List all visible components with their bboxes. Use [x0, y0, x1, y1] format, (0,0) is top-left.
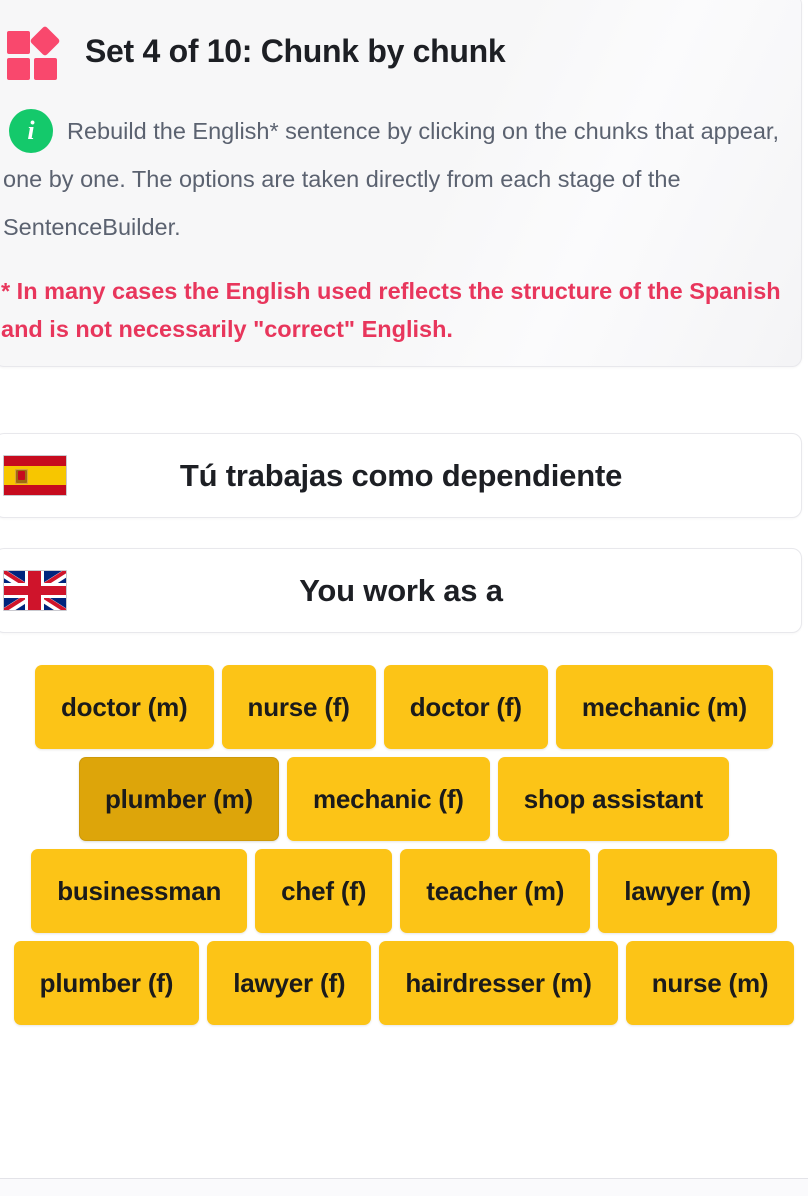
source-sentence-text: Tú trabajas como dependiente	[179, 457, 623, 493]
chunk-option[interactable]: lawyer (m)	[598, 849, 777, 933]
chunk-option[interactable]: plumber (m)	[78, 757, 279, 841]
chunk-option[interactable]: hairdresser (m)	[379, 941, 618, 1025]
instructions-card: Set 4 of 10: Chunk by chunk i Rebuild th…	[0, 0, 802, 367]
chunk-option[interactable]: chef (f)	[255, 849, 393, 933]
info-icon: i	[9, 109, 53, 153]
instructions-text: Rebuild the English* sentence by clickin…	[3, 118, 779, 240]
header: Set 4 of 10: Chunk by chunk	[5, 25, 506, 80]
uk-flag-icon	[3, 570, 67, 611]
chunk-option[interactable]: doctor (f)	[383, 665, 548, 749]
footer-strip	[0, 1179, 808, 1196]
chunk-option[interactable]: businessman	[31, 849, 248, 933]
disclaimer-text: * In many cases the English used reflect…	[1, 278, 781, 342]
source-sentence-card: Tú trabajas como dependiente	[0, 433, 802, 518]
chunk-option[interactable]: shop assistant	[497, 757, 730, 841]
exercise-screen: Set 4 of 10: Chunk by chunk i Rebuild th…	[0, 0, 808, 1196]
four-blocks-icon	[5, 25, 63, 80]
page-title: Set 4 of 10: Chunk by chunk	[85, 32, 506, 69]
chunk-options-list: doctor (m) nurse (f) doctor (f) mechanic (m…	[0, 665, 808, 1025]
chunk-option[interactable]: nurse (m)	[625, 941, 795, 1025]
target-sentence-card: You work as a	[0, 548, 802, 633]
chunk-option[interactable]: nurse (f)	[221, 665, 376, 749]
chunk-option[interactable]: doctor (m)	[34, 665, 214, 749]
spain-flag-icon	[3, 455, 67, 496]
chunk-option[interactable]: lawyer (f)	[207, 941, 372, 1025]
target-sentence-text: You work as a	[299, 572, 503, 608]
chunk-option[interactable]: mechanic (f)	[287, 757, 490, 841]
instructions-body: i Rebuild the English* sentence by click…	[3, 107, 793, 251]
chunk-option[interactable]: teacher (m)	[400, 849, 591, 933]
chunk-option[interactable]: mechanic (m)	[555, 665, 774, 749]
chunk-option[interactable]: plumber (f)	[13, 941, 200, 1025]
